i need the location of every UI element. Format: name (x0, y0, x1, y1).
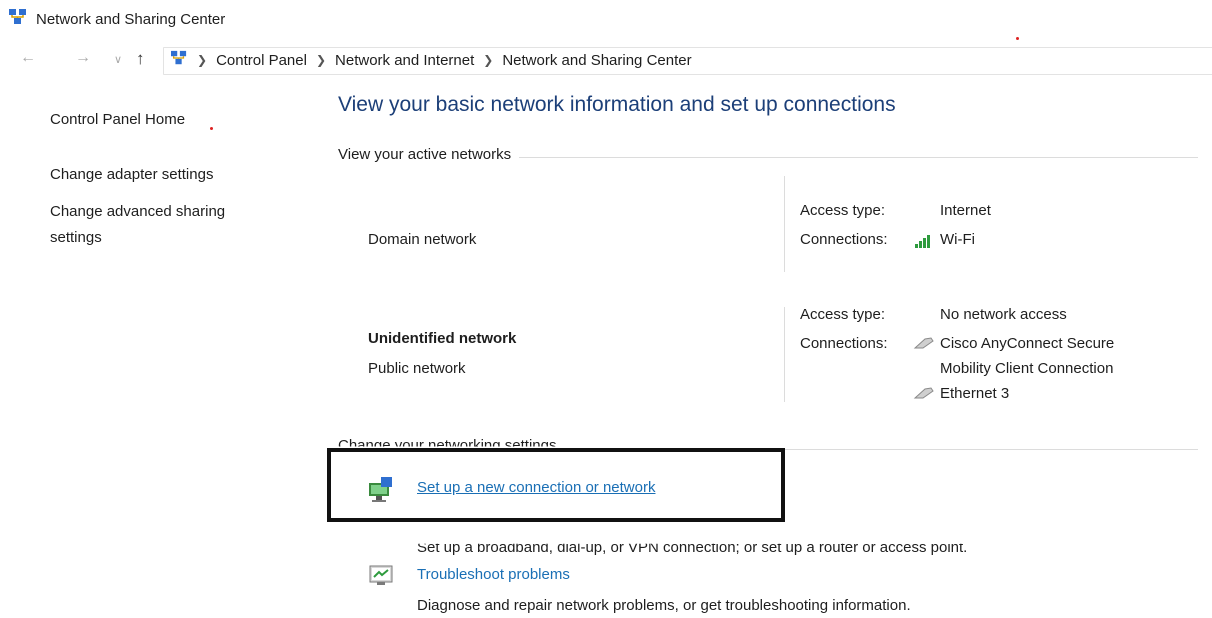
troubleshoot-problems-link[interactable]: Troubleshoot problems (417, 566, 570, 583)
page-title: View your basic network information and … (338, 93, 896, 116)
breadcrumb-network-and-sharing-center[interactable]: Network and Sharing Center (502, 52, 691, 69)
divider (784, 176, 785, 272)
change-advanced-sharing-settings-link[interactable]: Change advanced sharing settings (50, 199, 270, 251)
highlight-box (327, 448, 785, 522)
wifi-connection-link[interactable]: Wi-Fi (940, 231, 975, 248)
breadcrumb-network-and-internet[interactable]: Network and Internet (335, 52, 474, 69)
cisco-anyconnect-link-line2[interactable]: Mobility Client Connection (940, 360, 1113, 377)
chevron-right-icon[interactable]: ❯ (316, 53, 326, 67)
control-panel-home-link[interactable]: Control Panel Home (50, 107, 185, 133)
divider (784, 307, 785, 402)
network-center-icon (8, 8, 28, 31)
forward-arrow-icon[interactable]: → (75, 49, 91, 67)
ethernet-3-link[interactable]: Ethernet 3 (940, 385, 1009, 402)
chevron-right-icon[interactable]: ❯ (197, 53, 207, 67)
troubleshoot-icon (368, 563, 394, 592)
access-type-label: Access type: (800, 306, 886, 323)
back-arrow-icon[interactable]: ← (20, 49, 36, 67)
access-type-label: Access type: (800, 202, 886, 219)
access-type-value: No network access (940, 306, 1067, 323)
network-category: Domain network (368, 231, 477, 248)
access-type-value: Internet (940, 202, 991, 219)
wifi-signal-icon (914, 233, 934, 254)
network-center-icon (170, 50, 188, 70)
recent-locations-chevron-icon[interactable]: ∨ (114, 53, 122, 66)
up-arrow-icon[interactable]: ↑ (136, 49, 145, 69)
network-name: Unidentified network (368, 330, 517, 347)
connections-label: Connections: (800, 335, 888, 352)
breadcrumb-control-panel[interactable]: Control Panel (216, 52, 307, 69)
network-category: Public network (368, 360, 466, 377)
red-marker (1016, 37, 1019, 40)
window-title: Network and Sharing Center (36, 10, 226, 28)
chevron-right-icon[interactable]: ❯ (483, 53, 493, 67)
red-marker (210, 127, 213, 130)
connections-label: Connections: (800, 231, 888, 248)
ethernet-cable-icon (913, 386, 935, 405)
troubleshoot-problems-description: Diagnose and repair network problems, or… (417, 597, 911, 614)
title-bar: Network and Sharing Center (8, 8, 226, 31)
cisco-anyconnect-link-line1[interactable]: Cisco AnyConnect Secure (940, 335, 1114, 352)
active-networks-header: View your active networks (338, 146, 520, 163)
change-adapter-settings-link[interactable]: Change adapter settings (50, 162, 213, 188)
breadcrumb: ❯ Control Panel ❯ Network and Internet ❯… (170, 50, 692, 70)
setup-new-connection-description: Set up a broadband, dial-up, or VPN conn… (417, 539, 968, 556)
ethernet-cable-icon (913, 336, 935, 355)
navigation-bar: ← → ∨ ↑ ❯ Control Panel ❯ Network and In… (0, 47, 1212, 75)
